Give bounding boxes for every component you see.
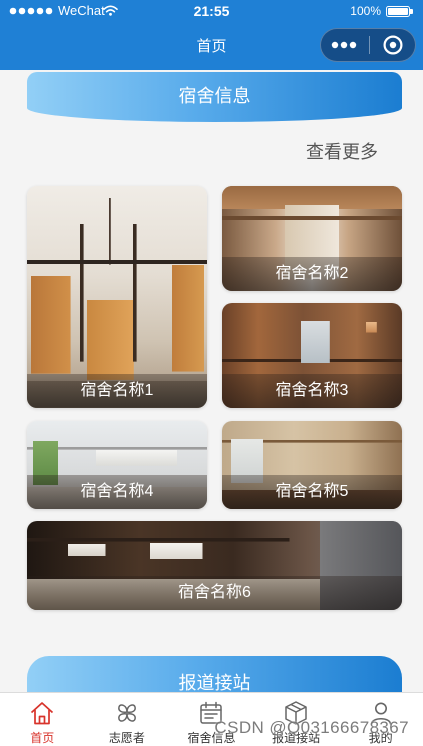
target-ring-icon[interactable] (382, 34, 404, 56)
tab-label: 志愿者 (108, 731, 145, 745)
battery-nub (410, 9, 413, 14)
dorm-card-label: 宿舍名称5 (222, 475, 402, 509)
battery-percent: 100% (350, 4, 381, 18)
tab-volunteer[interactable]: 志愿者 (85, 693, 170, 746)
dorm-section-title: 宿舍信息 (178, 86, 251, 106)
dorm-card-label: 宿舍名称2 (222, 257, 402, 291)
battery-icon (386, 6, 410, 17)
home-icon (31, 702, 54, 725)
watermark: CSDN @Q03166678367 (214, 718, 409, 737)
dorm-card-2[interactable]: 宿舍名称2 (222, 186, 402, 291)
pickup-section-title: 报道接站 (178, 673, 251, 693)
dorm-card-4[interactable]: 宿舍名称4 (27, 421, 207, 509)
dorm-card-label: 宿舍名称1 (27, 374, 207, 408)
dorm-card-label: 宿舍名称6 (27, 576, 402, 610)
battery-level-fill (388, 8, 408, 15)
phone-screen: WeChat 21:55 100% 首页 宿舍信息 查看更多 宿舍名称1 宿舍名… (0, 0, 423, 746)
dorm-card-6[interactable]: 宿舍名称6 (27, 521, 402, 610)
more-dots-icon[interactable] (331, 41, 357, 49)
tab-label: 首页 (30, 731, 55, 745)
menu-capsule (320, 28, 416, 62)
view-more-link[interactable]: 查看更多 (306, 141, 378, 163)
dorm-card-label: 宿舍名称3 (222, 374, 402, 408)
pickup-section-banner: 报道接站 (27, 656, 402, 696)
capsule-divider (369, 36, 370, 54)
tab-home[interactable]: 首页 (0, 693, 85, 746)
dorm-card-1[interactable]: 宿舍名称1 (27, 186, 207, 408)
dorm-section-banner: 宿舍信息 (27, 72, 402, 122)
clover-icon (117, 704, 136, 722)
top-bar: WeChat 21:55 100% 首页 (0, 0, 423, 70)
dorm-card-5[interactable]: 宿舍名称5 (222, 421, 402, 509)
dorm-card-3[interactable]: 宿舍名称3 (222, 303, 402, 408)
dorm-card-label: 宿舍名称4 (27, 475, 207, 509)
